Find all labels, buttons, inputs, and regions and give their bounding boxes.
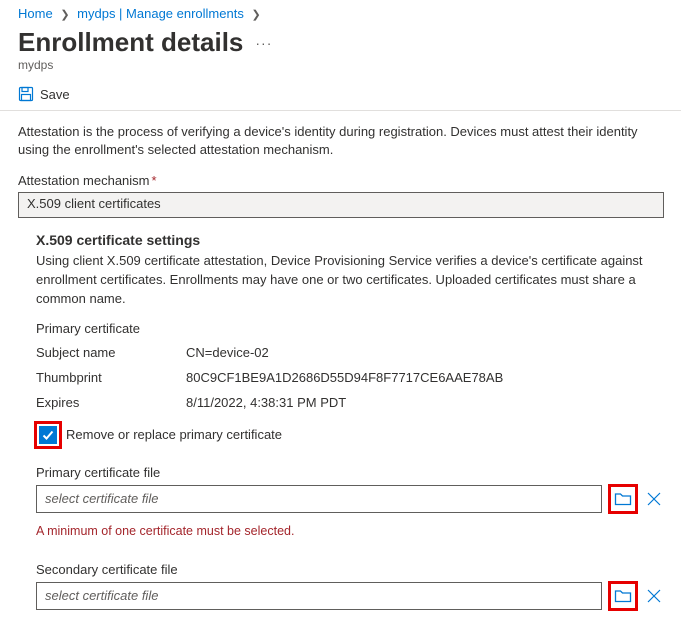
folder-icon	[614, 491, 632, 507]
thumbprint-label: Thumbprint	[36, 370, 186, 385]
expires-label: Expires	[36, 395, 186, 410]
attestation-label: Attestation mechanism*	[18, 173, 663, 188]
page-subtitle: mydps	[0, 58, 681, 80]
close-icon	[646, 588, 662, 604]
expires-value: 8/11/2022, 4:38:31 PM PDT	[186, 395, 664, 410]
settings-description: Using client X.509 certificate attestati…	[36, 252, 664, 309]
page-title: Enrollment details	[18, 27, 243, 58]
settings-heading: X.509 certificate settings	[36, 232, 664, 248]
clear-button[interactable]	[644, 489, 664, 509]
primary-file-input[interactable]: select certificate file	[36, 485, 602, 513]
check-icon	[41, 428, 55, 442]
save-button[interactable]: Save	[0, 80, 681, 110]
validation-error: A minimum of one certificate must be sel…	[36, 524, 664, 538]
save-label: Save	[40, 87, 70, 102]
secondary-file-label: Secondary certificate file	[36, 562, 664, 577]
highlight-box	[608, 581, 638, 611]
more-button[interactable]: ···	[255, 35, 272, 51]
attestation-description: Attestation is the process of verifying …	[18, 123, 663, 159]
primary-cert-heading: Primary certificate	[36, 321, 664, 336]
secondary-file-input[interactable]: select certificate file	[36, 582, 602, 610]
browse-button[interactable]	[612, 488, 634, 510]
folder-icon	[614, 588, 632, 604]
breadcrumb: Home ❯ mydps | Manage enrollments ❯	[0, 0, 681, 23]
attestation-select[interactable]: X.509 client certificates	[18, 192, 664, 218]
subject-name-label: Subject name	[36, 345, 186, 360]
chevron-right-icon: ❯	[247, 9, 264, 21]
highlight-box	[34, 421, 62, 449]
breadcrumb-item[interactable]: mydps | Manage enrollments	[77, 6, 244, 21]
primary-file-label: Primary certificate file	[36, 465, 664, 480]
highlight-box	[608, 484, 638, 514]
browse-button[interactable]	[612, 585, 634, 607]
close-icon	[646, 491, 662, 507]
clear-button[interactable]	[644, 586, 664, 606]
remove-replace-checkbox[interactable]	[39, 426, 57, 444]
remove-replace-label: Remove or replace primary certificate	[66, 427, 282, 442]
breadcrumb-home[interactable]: Home	[18, 6, 53, 21]
chevron-right-icon: ❯	[56, 9, 73, 21]
thumbprint-value: 80C9CF1BE9A1D2686D55D94F8F7717CE6AAE78AB	[186, 370, 664, 385]
subject-name-value: CN=device-02	[186, 345, 664, 360]
save-icon	[18, 86, 34, 102]
